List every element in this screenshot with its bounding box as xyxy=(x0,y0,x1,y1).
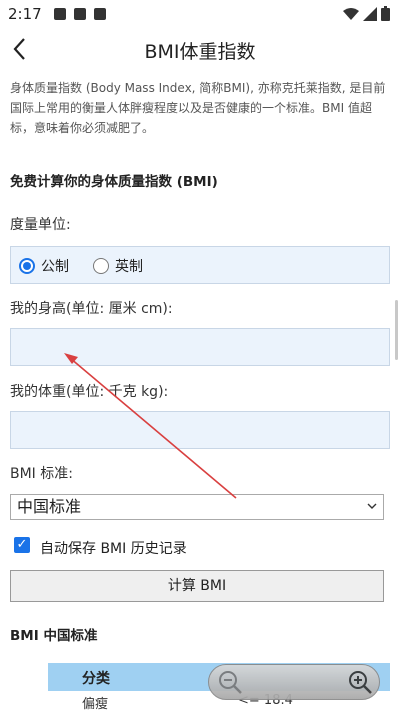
radio-metric-label: 公制 xyxy=(41,259,69,275)
radio-metric-dot[interactable] xyxy=(19,258,35,274)
wifi-icon xyxy=(343,7,359,20)
weight-input[interactable] xyxy=(10,411,390,449)
scrollbar[interactable] xyxy=(395,300,398,360)
standard-select[interactable]: 中国标准 xyxy=(10,494,384,520)
autosave-label: 自动保存 BMI 历史记录 xyxy=(40,541,187,557)
chevron-down-icon xyxy=(367,495,377,527)
weight-label: 我的体重(单位: 千克 kg): xyxy=(10,384,169,400)
square-icon xyxy=(94,8,106,20)
zoom-out-icon[interactable] xyxy=(217,669,243,695)
zoom-controls xyxy=(208,664,380,700)
height-input[interactable] xyxy=(10,328,390,366)
status-time: 2:17 xyxy=(8,5,42,23)
unit-label: 度量单位: xyxy=(10,217,71,233)
status-bar: 2:17 xyxy=(0,0,400,30)
standard-select-value: 中国标准 xyxy=(17,497,82,516)
calculate-bmi-button[interactable]: 计算 BMI xyxy=(10,570,384,602)
page-title: BMI体重指数 xyxy=(144,41,256,63)
table-cell-category: 偏瘦 xyxy=(82,697,109,710)
form-section-title: 免费计算你的身体质量指数 (BMI) xyxy=(10,174,218,190)
standard-label: BMI 标准: xyxy=(10,466,73,482)
radio-imperial-dot[interactable] xyxy=(93,258,109,274)
signal-icon xyxy=(363,6,377,21)
gallery-icon xyxy=(54,8,66,20)
radio-metric[interactable]: 公制 xyxy=(19,256,69,276)
zoom-in-icon[interactable] xyxy=(347,669,373,695)
table-header-category: 分类 xyxy=(82,671,110,687)
unit-radio-group: 公制 英制 xyxy=(10,246,390,284)
app-bar: BMI体重指数 xyxy=(0,30,400,70)
intro-text: 身体质量指数 (Body Mass Index, 简称BMI), 亦称克托莱指数… xyxy=(10,81,386,135)
battery-icon xyxy=(381,6,390,21)
radio-imperial-label: 英制 xyxy=(115,259,143,275)
a-badge-icon xyxy=(74,8,86,20)
height-label: 我的身高(单位: 厘米 cm): xyxy=(10,301,173,317)
autosave-checkbox[interactable]: ✓ xyxy=(14,537,30,553)
radio-imperial[interactable]: 英制 xyxy=(93,256,143,276)
bmi-table-title: BMI 中国标准 xyxy=(10,628,98,644)
